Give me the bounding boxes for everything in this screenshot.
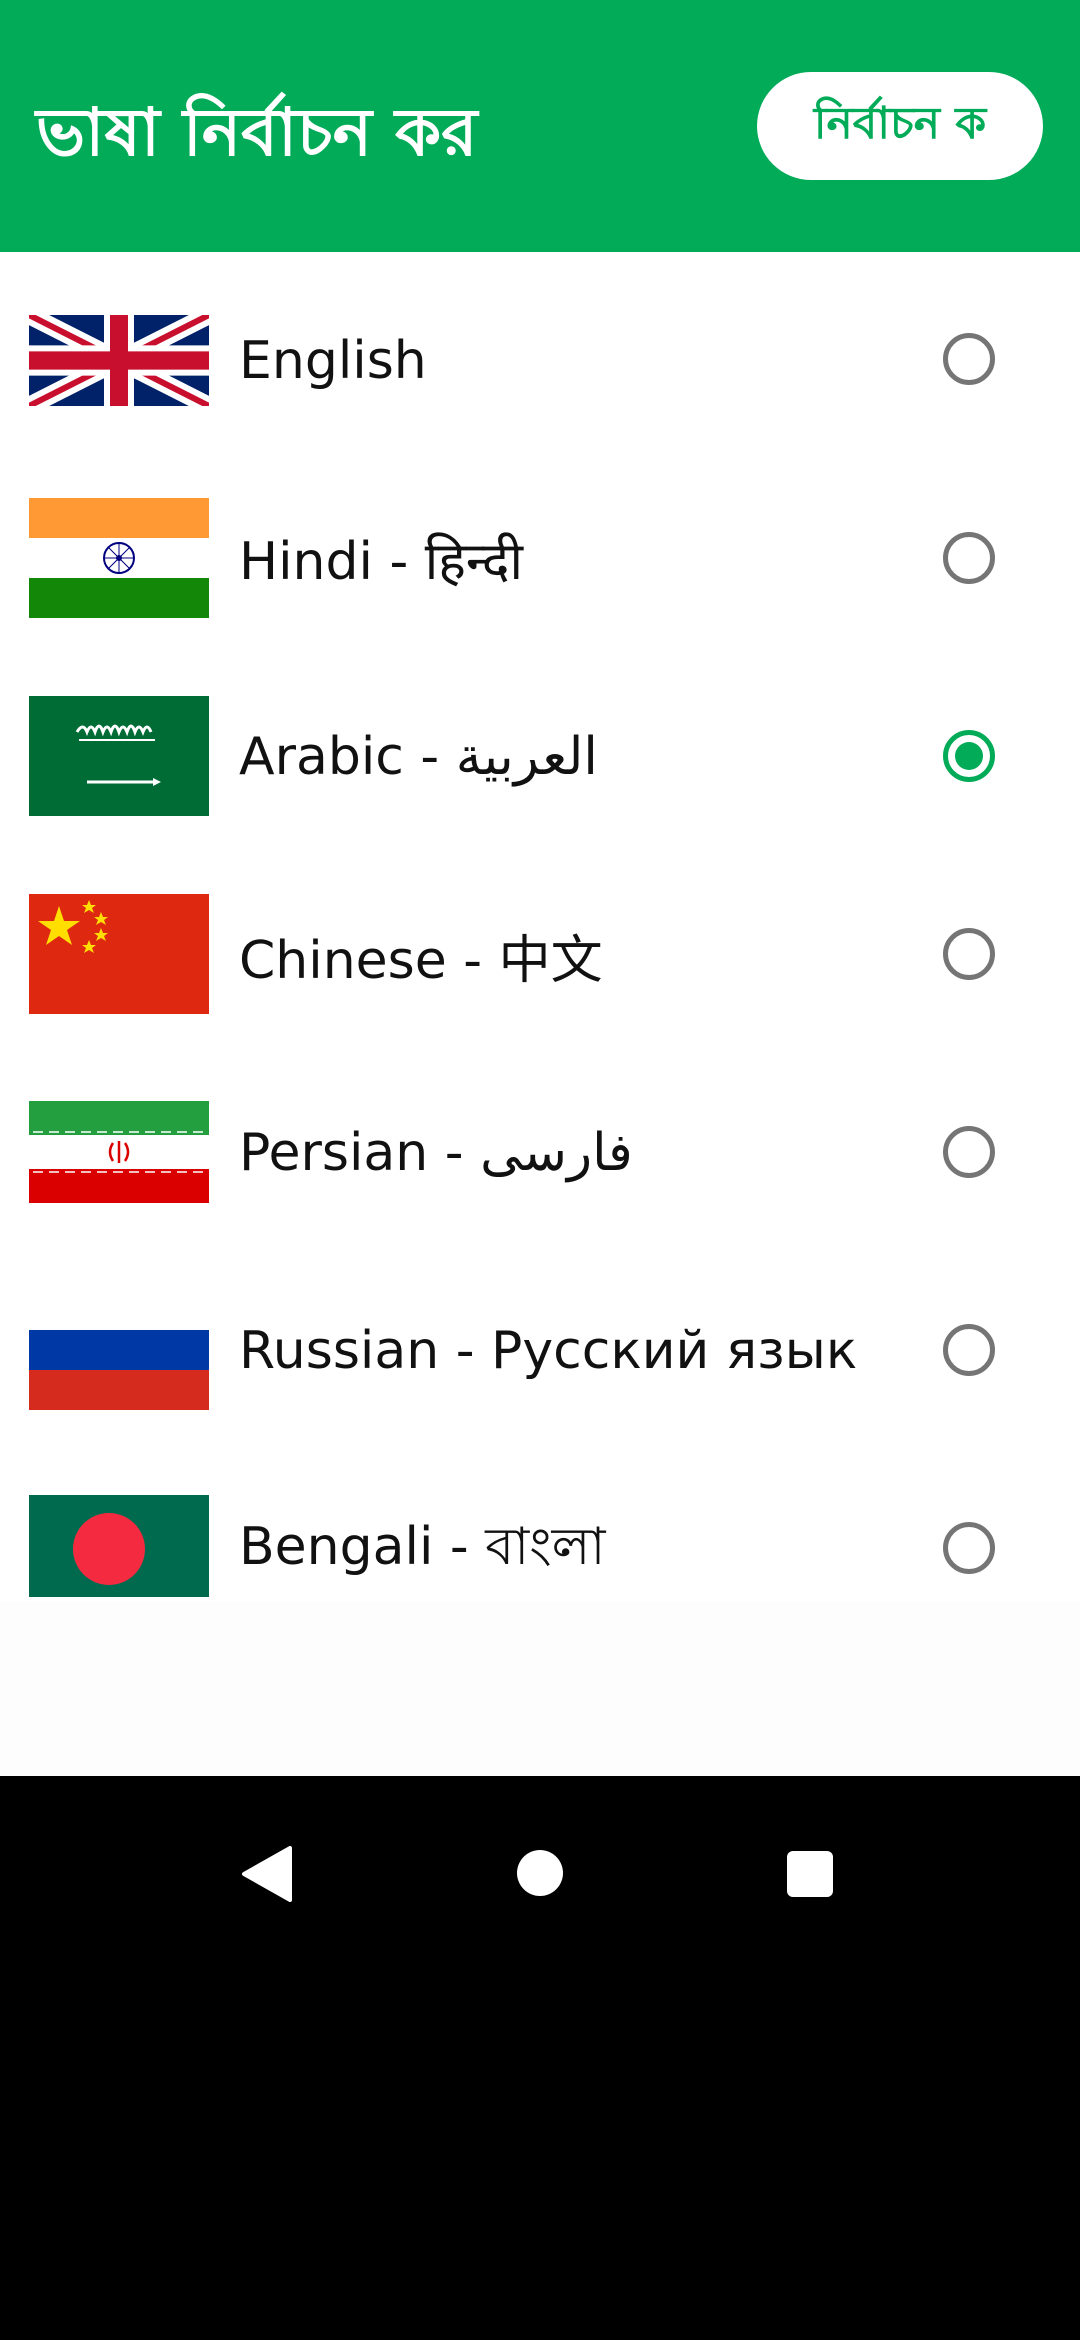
language-label: Hindi - हिन्दी — [239, 531, 524, 592]
saudi-arabia-flag-icon — [29, 696, 209, 816]
language-label: Persian - فارسی — [239, 1123, 633, 1183]
app-bar: ভাষা নির্বাচন কর নির্বাচন ক — [0, 0, 1080, 252]
radio-button[interactable] — [943, 333, 995, 385]
bangladesh-flag-icon — [29, 1495, 209, 1597]
radio-button[interactable] — [943, 532, 995, 584]
recents-icon[interactable] — [787, 1851, 833, 1897]
india-flag-icon — [29, 498, 209, 618]
system-navigation-bar — [0, 1776, 1080, 2340]
language-row-hindi[interactable]: Hindi - हिन्दी — [0, 460, 1080, 658]
app-screen: ভাষা নির্বাচন কর নির্বাচন ক English Hind… — [0, 0, 1080, 1776]
language-label: Russian - Русский язык — [239, 1321, 858, 1381]
home-icon[interactable] — [517, 1850, 563, 1896]
radio-button[interactable] — [943, 928, 995, 980]
uk-flag-icon — [29, 315, 209, 406]
language-row-english[interactable]: English — [0, 262, 1080, 460]
radio-dot — [955, 742, 983, 770]
language-row-bengali[interactable]: Bengali - বাংলা — [0, 1450, 1080, 1648]
page-title: ভাষা নির্বাচন কর — [36, 94, 478, 171]
china-flag-icon — [29, 894, 209, 1014]
language-label: Chinese - 中文 — [239, 930, 603, 991]
language-label: Bengali - বাংলা — [239, 1516, 606, 1577]
language-label: English — [239, 331, 427, 391]
russia-flag-icon — [29, 1330, 209, 1410]
radio-button[interactable] — [943, 1126, 995, 1178]
select-button[interactable]: নির্বাচন ক — [757, 72, 1043, 180]
language-row-russian[interactable]: Russian - Русский язык — [0, 1252, 1080, 1450]
radio-button[interactable] — [943, 1324, 995, 1376]
radio-button-selected[interactable] — [943, 730, 995, 782]
back-icon[interactable] — [240, 1844, 296, 1904]
radio-button[interactable] — [943, 1522, 995, 1574]
language-row-chinese[interactable]: Chinese - 中文 — [0, 856, 1080, 1054]
language-label: Arabic - العربية — [239, 727, 598, 787]
language-row-arabic[interactable]: Arabic - العربية — [0, 658, 1080, 856]
iran-flag-icon — [29, 1101, 209, 1203]
language-row-persian[interactable]: Persian - فارسی — [0, 1054, 1080, 1252]
language-list: English Hindi - हिन्दी Arabic - العربية … — [0, 252, 1080, 1602]
